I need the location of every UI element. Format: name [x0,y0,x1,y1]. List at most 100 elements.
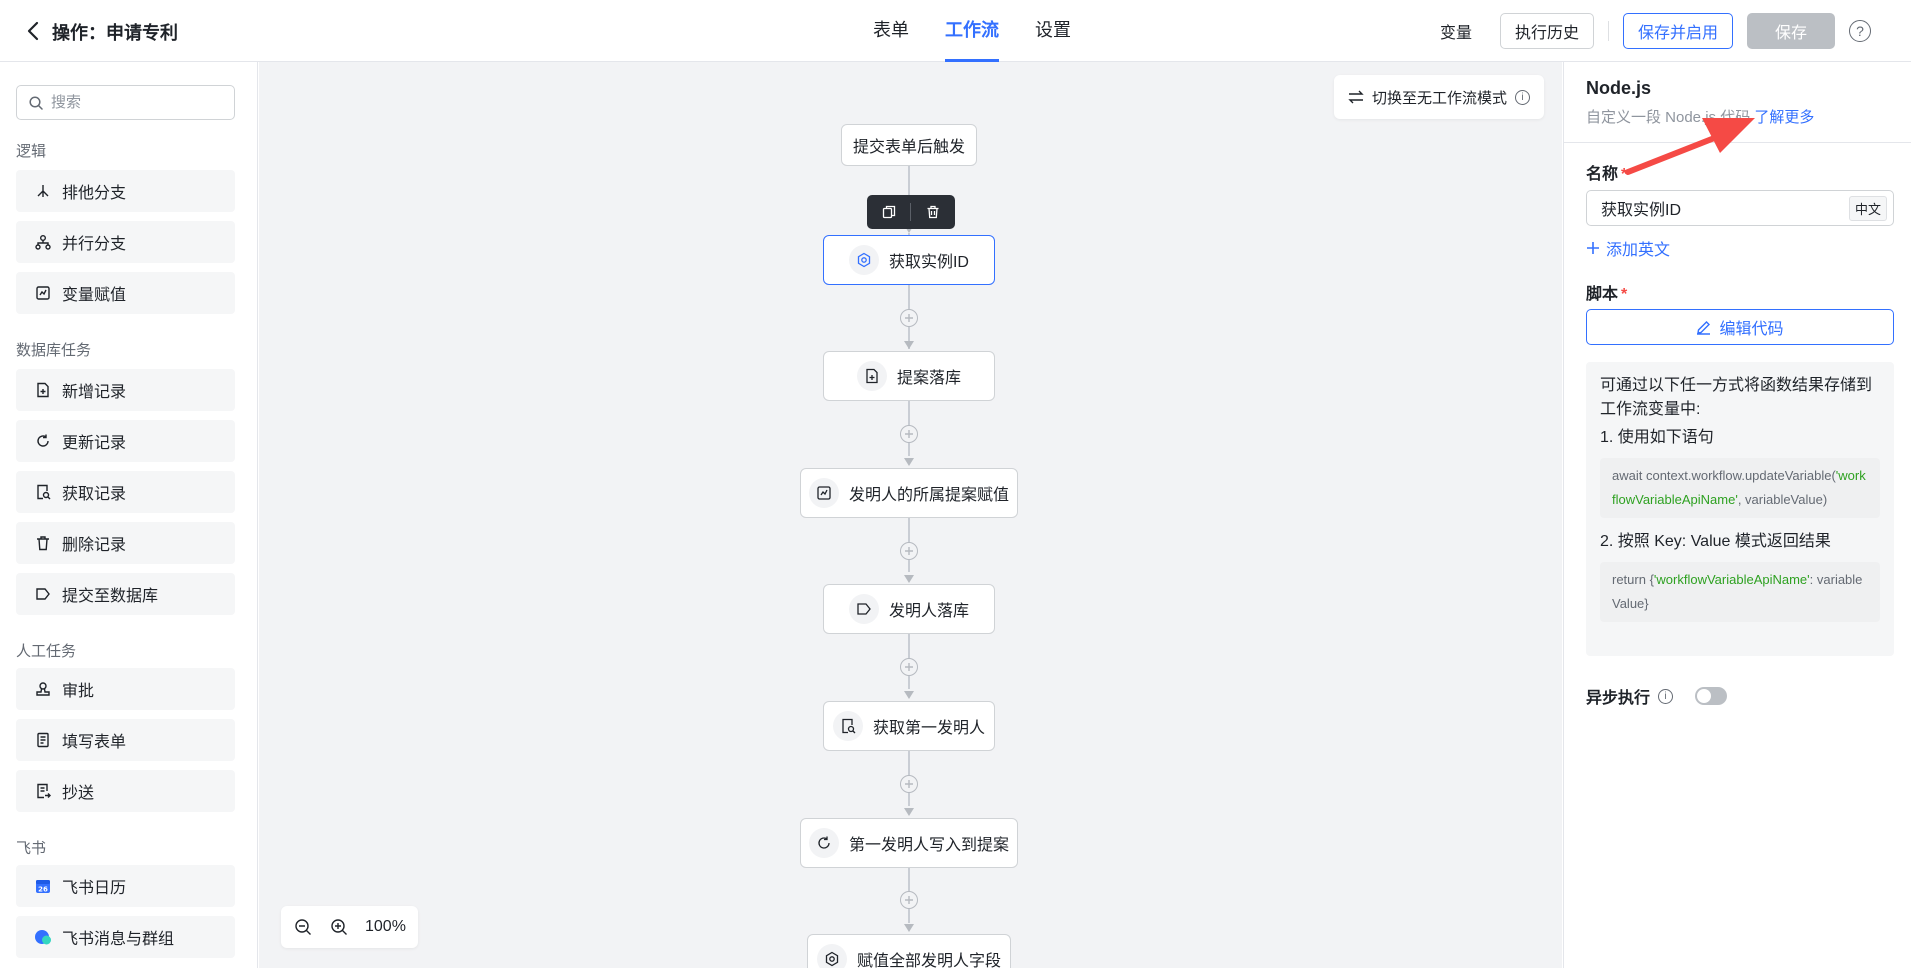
node-label: 获取第一发明人 [872,720,985,737]
info-icon: i [1658,688,1674,704]
tag-icon [848,594,879,624]
branch-icon [34,182,52,200]
node-label: 发明人落库 [888,603,969,620]
code-snippet-2: return {'workflowVariableApiName': varia… [1600,562,1880,622]
arrow-down-icon [904,808,914,816]
message-icon [34,928,52,946]
add-node-plus-icon[interactable] [900,891,918,909]
section-title-logic: 逻辑 [16,143,47,160]
add-record-icon [856,361,887,391]
code-snippet-1: await context.workflow.updateVariable('w… [1600,458,1880,518]
tag-icon [34,585,52,603]
language-tag[interactable]: 中文 [1848,195,1887,221]
get-record-icon [832,711,863,741]
save-and-enable-button[interactable]: 保存并启用 [1622,13,1733,49]
workflow-node-assign-all-inventors[interactable]: 赋值全部发明人字段 [807,934,1011,968]
zoom-out-icon[interactable] [293,917,313,937]
sidebar-item-exclusive-branch[interactable]: 排他分支 [16,170,235,212]
workflow-node-proposal-save[interactable]: 提案落库 [823,351,995,401]
workflow-canvas[interactable]: 切换至无工作流模式 i 提交表单后触发 获取实例ID 提案落库 发明人的所属提案… [259,62,1562,968]
zoom-controls: 100% [281,906,418,948]
back-icon[interactable] [22,18,44,44]
plus-icon [1587,242,1599,254]
search-box[interactable] [16,85,235,120]
form-icon [34,731,52,749]
section-title-database: 数据库任务 [16,342,92,359]
name-field-value[interactable]: 获取实例ID [1601,196,1849,220]
panel-divider [1564,142,1911,143]
toolbar-divider [910,203,912,221]
sidebar-item-label: 并行分支 [62,236,127,253]
workflow-node-get-first-inventor[interactable]: 获取第一发明人 [823,701,995,751]
name-label: 名称 * [1586,166,1628,183]
add-english-button[interactable]: 添加英文 [1586,236,1670,260]
sidebar-item-get-record[interactable]: 获取记录 [16,471,235,513]
sidebar-item-add-record[interactable]: 新增记录 [16,369,235,411]
workflow-node-get-instance-id[interactable]: 获取实例ID [823,235,995,285]
sidebar-item-label: 填写表单 [62,734,127,751]
swap-icon [1348,90,1364,104]
sidebar-item-variable-assign[interactable]: 变量赋值 [16,272,235,314]
add-english-label: 添加英文 [1606,242,1671,259]
sidebar-item-delete-record[interactable]: 删除记录 [16,522,235,564]
async-toggle[interactable] [1695,687,1728,705]
sidebar-item-label: 审批 [62,683,95,700]
sidebar-item-label: 变量赋值 [62,287,127,304]
add-node-plus-icon[interactable] [900,425,918,443]
arrow-down-icon [904,341,914,349]
add-node-plus-icon[interactable] [900,542,918,560]
sidebar-item-parallel-branch[interactable]: 并行分支 [16,221,235,263]
parallel-icon [34,233,52,251]
async-label: 异步执行 [1586,690,1651,707]
copy-icon[interactable] [878,201,900,223]
arrow-down-icon [904,924,914,932]
add-node-plus-icon[interactable] [900,775,918,793]
sidebar-item-feishu-calendar[interactable]: 26 飞书日历 [16,865,235,907]
name-field[interactable]: 获取实例ID 中文 [1586,190,1894,226]
workflow-node-inventor-assign[interactable]: 发明人的所属提案赋值 [800,468,1018,518]
header-actions: 变量 执行历史 保存并启用 保存 ? [1426,13,1871,49]
info-method-2: 2. 按照 Key: Value 模式返回结果 [1600,533,1831,550]
workflow-node-inventor-save[interactable]: 发明人落库 [823,584,995,634]
assign-icon [34,284,52,302]
sidebar-item-fill-form[interactable]: 填写表单 [16,719,235,761]
arrow-down-icon [904,458,914,466]
variables-button[interactable]: 变量 [1426,13,1486,49]
add-node-plus-icon[interactable] [900,309,918,327]
tab-settings[interactable]: 设置 [1017,0,1089,62]
save-button[interactable]: 保存 [1746,13,1835,49]
sidebar-item-label: 提交至数据库 [62,588,159,605]
info-intro: 可通过以下任一方式将函数结果存储到工作流变量中: [1600,377,1873,418]
delete-icon[interactable] [922,201,944,223]
sidebar-item-label: 飞书消息与群组 [62,931,175,948]
search-input[interactable] [51,94,211,111]
refresh-icon [34,432,52,450]
sidebar-item-submit-database[interactable]: 提交至数据库 [16,573,235,615]
sidebar-item-update-record[interactable]: 更新记录 [16,420,235,462]
tab-form[interactable]: 表单 [855,0,927,62]
zoom-level[interactable]: 100% [365,918,406,936]
main-tabs: 表单 工作流 设置 [855,0,1089,62]
sidebar-item-feishu-message[interactable]: 飞书消息与群组 [16,916,235,958]
sidebar-item-label: 更新记录 [62,435,127,452]
nodejs-icon [816,944,847,968]
get-record-icon [34,483,52,501]
sidebar-item-label: 获取记录 [62,486,127,503]
page-title: 操作：申请专利 [52,23,178,43]
node-palette-sidebar: 逻辑 排他分支 并行分支 变量赋值 数据库任务 新增记录 更新记录 获取记录 删… [0,62,258,968]
workflow-node-write-first-inventor[interactable]: 第一发明人写入到提案 [800,818,1018,868]
zoom-in-icon[interactable] [329,917,349,937]
edit-code-button[interactable]: 编辑代码 [1586,309,1894,345]
trigger-node[interactable]: 提交表单后触发 [841,124,977,166]
sidebar-item-label: 新增记录 [62,384,127,401]
sidebar-item-approve[interactable]: 审批 [16,668,235,710]
help-icon[interactable]: ? [1849,20,1871,42]
sidebar-item-cc[interactable]: 抄送 [16,770,235,812]
tab-workflow[interactable]: 工作流 [927,0,1017,62]
switch-mode-button[interactable]: 切换至无工作流模式 i [1334,75,1545,119]
execution-history-button[interactable]: 执行历史 [1499,13,1594,49]
arrow-down-icon [904,691,914,699]
learn-more-link[interactable]: 了解更多 [1754,109,1814,126]
add-node-plus-icon[interactable] [900,658,918,676]
top-header: 操作：申请专利 表单 工作流 设置 变量 执行历史 保存并启用 保存 ? [0,0,1911,62]
